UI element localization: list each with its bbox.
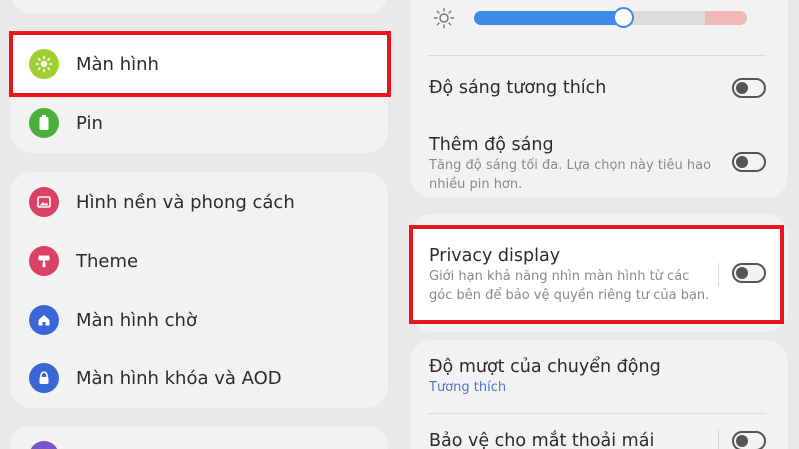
motion-smoothness-title: Độ mượt của chuyển động bbox=[429, 357, 661, 377]
menu-item-home-screen[interactable]: Màn hình chờ bbox=[29, 305, 197, 335]
paint-roller-icon bbox=[29, 246, 59, 276]
sun-icon bbox=[29, 49, 59, 79]
menu-group-3-card bbox=[10, 426, 388, 449]
privacy-display-desc: Giới hạn khả năng nhìn màn hình từ các g… bbox=[429, 269, 710, 303]
privacy-display-title: Privacy display bbox=[429, 246, 561, 266]
motion-smoothness-value: Tương thích bbox=[429, 380, 507, 395]
menu-item-display[interactable]: Màn hình bbox=[29, 49, 159, 79]
adaptive-brightness-toggle[interactable] bbox=[732, 78, 766, 98]
menu-group-top-card bbox=[10, 0, 388, 14]
eye-comfort-toggle[interactable] bbox=[732, 431, 766, 449]
menu-item-home-screen-label: Màn hình chờ bbox=[76, 309, 197, 331]
toggle-knob bbox=[736, 435, 748, 447]
menu-item-wallpaper-label: Hình nền và phong cách bbox=[76, 191, 295, 213]
privacy-vertical-divider bbox=[718, 263, 719, 286]
brightness-slider-fill bbox=[474, 11, 621, 25]
menu-item-theme-label: Theme bbox=[76, 250, 139, 272]
menu-item-theme[interactable]: Theme bbox=[29, 246, 138, 276]
brightness-slider-high-zone bbox=[705, 11, 747, 25]
menu-item-battery[interactable]: Pin bbox=[29, 108, 103, 138]
home-icon bbox=[29, 305, 59, 335]
wallpaper-icon bbox=[29, 187, 59, 217]
toggle-knob bbox=[736, 82, 748, 94]
brightness-slider-thumb[interactable] bbox=[613, 7, 634, 28]
brightness-slider[interactable] bbox=[474, 11, 747, 25]
toggle-knob bbox=[736, 156, 748, 168]
battery-icon bbox=[29, 108, 59, 138]
divider bbox=[428, 413, 766, 414]
menu-item-battery-label: Pin bbox=[76, 112, 103, 134]
adaptive-brightness-title: Độ sáng tương thích bbox=[429, 78, 607, 98]
extra-brightness-title: Thêm độ sáng bbox=[429, 135, 554, 155]
lock-icon bbox=[29, 363, 59, 393]
extra-brightness-desc: Tăng độ sáng tối đa. Lựa chọn này tiêu h… bbox=[429, 158, 712, 192]
toggle-knob bbox=[736, 267, 748, 279]
privacy-display-toggle[interactable] bbox=[732, 263, 766, 283]
sun-outline-icon bbox=[433, 7, 455, 29]
extra-brightness-toggle[interactable] bbox=[732, 152, 766, 172]
menu-item-lock-screen[interactable]: Màn hình khóa và AOD bbox=[29, 363, 282, 393]
menu-item-wallpaper[interactable]: Hình nền và phong cách bbox=[29, 187, 295, 217]
eye-comfort-title: Bảo vệ cho mắt thoải mái bbox=[429, 431, 655, 449]
menu-item-display-label: Màn hình bbox=[76, 53, 159, 75]
eye-comfort-vertical-divider bbox=[718, 430, 719, 449]
menu-item-lock-screen-label: Màn hình khóa và AOD bbox=[76, 367, 282, 389]
divider bbox=[428, 55, 766, 56]
